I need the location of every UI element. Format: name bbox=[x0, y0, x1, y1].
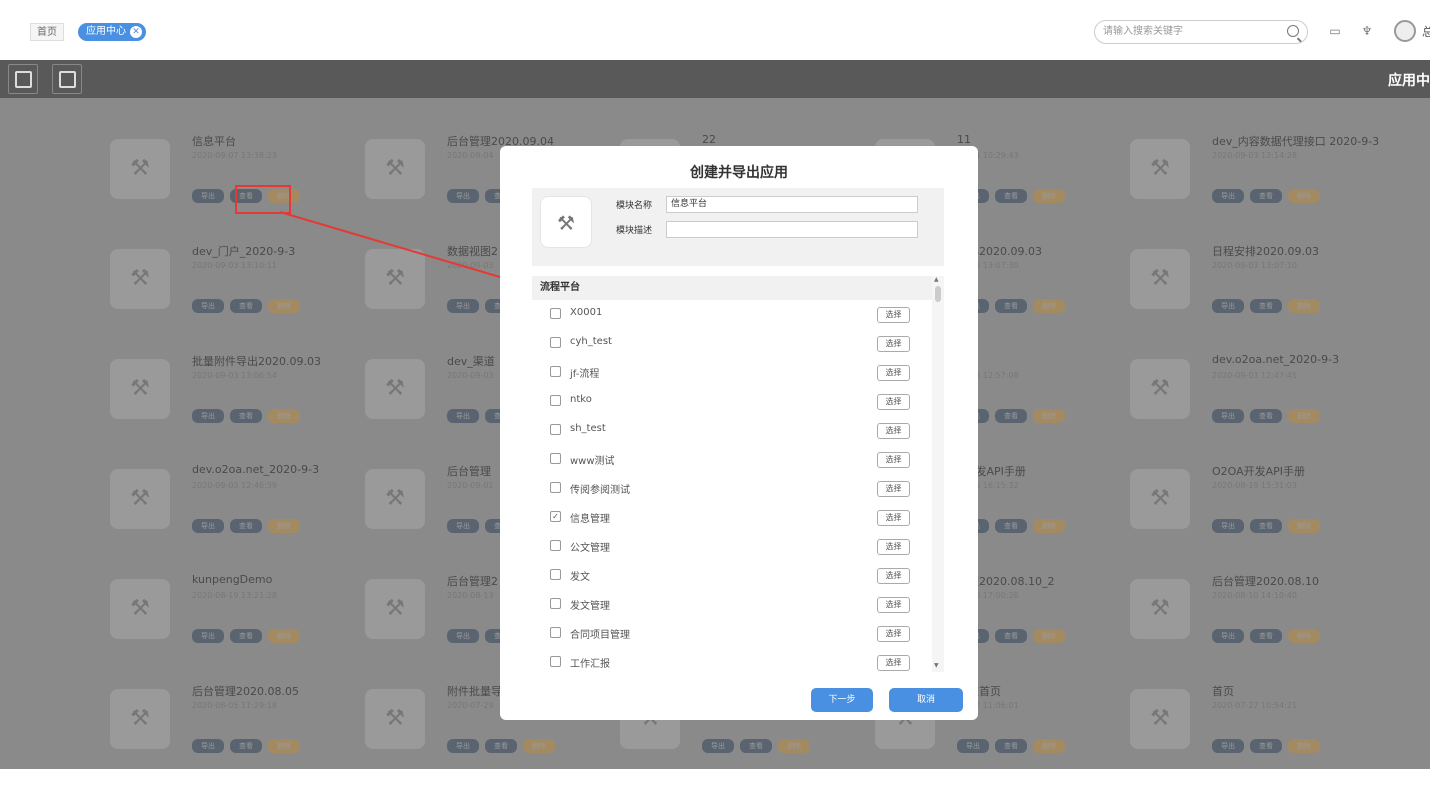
list-item: ntko 选择 bbox=[532, 387, 932, 416]
select-button[interactable]: 选择 bbox=[877, 510, 910, 526]
checkbox[interactable] bbox=[550, 395, 561, 406]
checkbox[interactable] bbox=[550, 569, 561, 580]
checkbox[interactable] bbox=[550, 308, 561, 319]
list-item-label: 合同项目管理 bbox=[570, 630, 630, 641]
select-button[interactable]: 选择 bbox=[877, 481, 910, 497]
checkbox[interactable] bbox=[550, 598, 561, 609]
app-store-icon: ⚒ bbox=[540, 196, 592, 248]
dialog-title: 创建并导出应用 bbox=[690, 165, 788, 181]
scroll-up-icon[interactable]: ▲ bbox=[934, 276, 939, 283]
list-item-label: 发文管理 bbox=[570, 601, 610, 612]
list-item: X0001 选择 bbox=[532, 300, 932, 329]
select-button[interactable]: 选择 bbox=[877, 307, 910, 323]
scroll-thumb[interactable] bbox=[935, 286, 941, 302]
select-button[interactable]: 选择 bbox=[877, 423, 910, 439]
list-item: 公文管理 选择 bbox=[532, 532, 932, 561]
list-item-label: X0001 bbox=[570, 307, 603, 318]
select-button[interactable]: 选择 bbox=[877, 452, 910, 468]
list-item-label: 发文 bbox=[570, 572, 590, 583]
select-button[interactable]: 选择 bbox=[877, 365, 910, 381]
next-button[interactable]: 下一步 bbox=[811, 688, 873, 712]
list-item-label: ntko bbox=[570, 394, 592, 405]
section-header: 流程平台 bbox=[532, 276, 932, 300]
checkbox[interactable] bbox=[550, 627, 561, 638]
checkbox[interactable] bbox=[550, 424, 561, 435]
list-item: www测试 选择 bbox=[532, 445, 932, 474]
module-name-label: 模块名称 bbox=[616, 201, 653, 211]
module-desc-input[interactable] bbox=[666, 221, 918, 238]
list-item-label: 公文管理 bbox=[570, 543, 610, 554]
select-button[interactable]: 选择 bbox=[877, 626, 910, 642]
cancel-button[interactable]: 取消 bbox=[889, 688, 963, 712]
select-button[interactable]: 选择 bbox=[877, 336, 910, 352]
list-item-label: 信息管理 bbox=[570, 514, 610, 525]
export-dialog: 创建并导出应用 ⚒ 模块名称 信息平台 模块描述 流程平台 X0001 选择 cyh… bbox=[500, 146, 978, 720]
checkbox[interactable]: ✓ bbox=[550, 511, 561, 522]
process-list: 流程平台 X0001 选择 cyh_test 选择 jf-流程 选择 ntko 选择 sh_te… bbox=[532, 276, 944, 676]
list-item: 发文 选择 bbox=[532, 561, 932, 590]
list-item: 发文管理 选择 bbox=[532, 590, 932, 619]
module-info: ⚒ 模块名称 信息平台 模块描述 bbox=[532, 188, 944, 266]
module-name-input[interactable]: 信息平台 bbox=[666, 196, 918, 213]
select-button[interactable]: 选择 bbox=[877, 539, 910, 555]
list-item-label: www测试 bbox=[570, 456, 615, 467]
select-button[interactable]: 选择 bbox=[877, 655, 910, 671]
list-item: sh_test 选择 bbox=[532, 416, 932, 445]
select-button[interactable]: 选择 bbox=[877, 568, 910, 584]
checkbox[interactable] bbox=[550, 656, 561, 667]
list-item-label: 传阅参阅测试 bbox=[570, 485, 630, 496]
list-item-label: jf-流程 bbox=[570, 369, 600, 380]
select-button[interactable]: 选择 bbox=[877, 394, 910, 410]
checkbox[interactable] bbox=[550, 482, 561, 493]
list-item: 合同项目管理 选择 bbox=[532, 619, 932, 648]
checkbox[interactable] bbox=[550, 366, 561, 377]
list-item: 工作汇报 选择 bbox=[532, 648, 932, 677]
checkbox[interactable] bbox=[550, 337, 561, 348]
list-item: 传阅参阅测试 选择 bbox=[532, 474, 932, 503]
list-item-label: 工作汇报 bbox=[570, 659, 610, 670]
annotation-highlight bbox=[235, 185, 291, 214]
list-item: jf-流程 选择 bbox=[532, 358, 932, 387]
checkbox[interactable] bbox=[550, 453, 561, 464]
select-button[interactable]: 选择 bbox=[877, 597, 910, 613]
module-desc-label: 模块描述 bbox=[616, 226, 653, 236]
checkbox[interactable] bbox=[550, 540, 561, 551]
list-item-label: cyh_test bbox=[570, 336, 612, 347]
list-item: ✓ 信息管理 选择 bbox=[532, 503, 932, 532]
scrollbar[interactable]: ▲ ▼ bbox=[932, 276, 944, 672]
list-item-label: sh_test bbox=[570, 423, 606, 434]
list-item: cyh_test 选择 bbox=[532, 329, 932, 358]
scroll-down-icon[interactable]: ▼ bbox=[934, 662, 939, 669]
